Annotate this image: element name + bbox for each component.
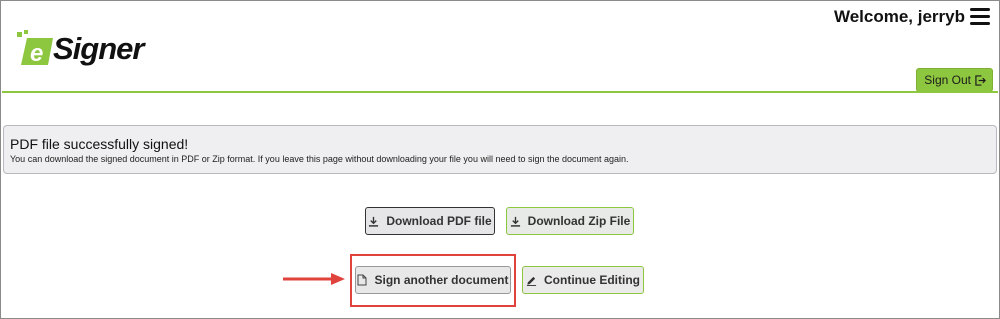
continue-editing-label: Continue Editing xyxy=(544,273,640,287)
download-zip-button[interactable]: Download Zip File xyxy=(506,207,634,235)
document-icon xyxy=(357,274,367,286)
download-zip-label: Download Zip File xyxy=(527,214,631,228)
header-divider xyxy=(2,91,998,93)
sign-out-icon xyxy=(975,74,986,86)
esigner-logo: e Signer xyxy=(17,29,167,71)
download-icon xyxy=(369,216,379,227)
sign-out-button[interactable]: Sign Out xyxy=(916,68,993,92)
alert-title: PDF file successfully signed! xyxy=(10,136,189,152)
continue-editing-button[interactable]: Continue Editing xyxy=(522,266,644,294)
sign-out-label: Sign Out xyxy=(924,73,971,87)
arrow-icon xyxy=(283,273,345,285)
app-window: Welcome, jerryb e Signer Sign Out PDF fi… xyxy=(0,0,1000,319)
welcome-text: Welcome, jerryb xyxy=(833,7,965,26)
menu-icon[interactable] xyxy=(970,8,990,26)
logo-letter: e xyxy=(30,40,43,67)
logo-text: Signer xyxy=(53,31,144,66)
sign-another-document-button[interactable]: Sign another document xyxy=(355,266,511,294)
pencil-icon xyxy=(526,276,537,286)
download-pdf-button[interactable]: Download PDF file xyxy=(365,207,495,235)
download-icon xyxy=(510,216,520,227)
alert-message: You can download the signed document in … xyxy=(10,154,629,164)
sign-another-label: Sign another document xyxy=(374,273,509,287)
success-alert: PDF file successfully signed! You can do… xyxy=(3,125,997,174)
download-pdf-label: Download PDF file xyxy=(386,214,492,228)
